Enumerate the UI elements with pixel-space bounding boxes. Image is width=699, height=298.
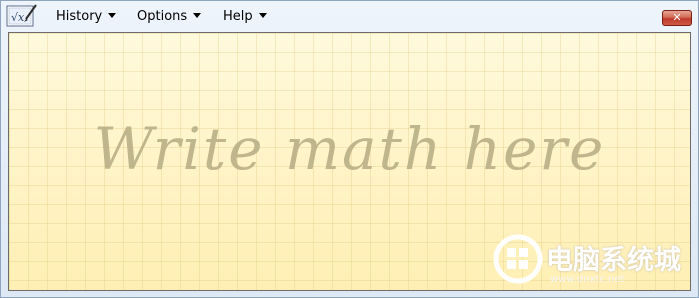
menu-history-label: History <box>56 9 103 24</box>
close-button[interactable]: ✕ <box>662 10 692 26</box>
watermark: 电脑系统城 www.dnxtc.net <box>490 226 690 290</box>
chevron-down-icon <box>193 13 202 18</box>
chevron-down-icon <box>258 13 267 18</box>
svg-text:√x: √x <box>11 11 25 24</box>
math-input-icon[interactable]: √x <box>6 3 38 29</box>
menu-history[interactable]: History <box>56 1 117 32</box>
menu-help[interactable]: Help <box>223 1 267 32</box>
watermark-text: 电脑系统城 <box>546 245 681 276</box>
writing-area[interactable]: Write math here 电脑系统城 www.dnxtc.net <box>8 32 691 291</box>
menu-options[interactable]: Options <box>137 1 202 32</box>
close-icon: ✕ <box>672 11 682 24</box>
chevron-down-icon <box>108 13 117 18</box>
menu-options-label: Options <box>137 9 188 24</box>
watermark-url: www.dnxtc.net <box>550 274 625 285</box>
write-math-placeholder: Write math here <box>93 115 606 183</box>
menu-help-label: Help <box>223 9 253 24</box>
windows-logo-icon <box>493 234 543 284</box>
title-bar: √x History Options Help ✕ <box>1 1 698 32</box>
math-input-window: √x History Options Help ✕ Write math her… <box>0 0 699 298</box>
